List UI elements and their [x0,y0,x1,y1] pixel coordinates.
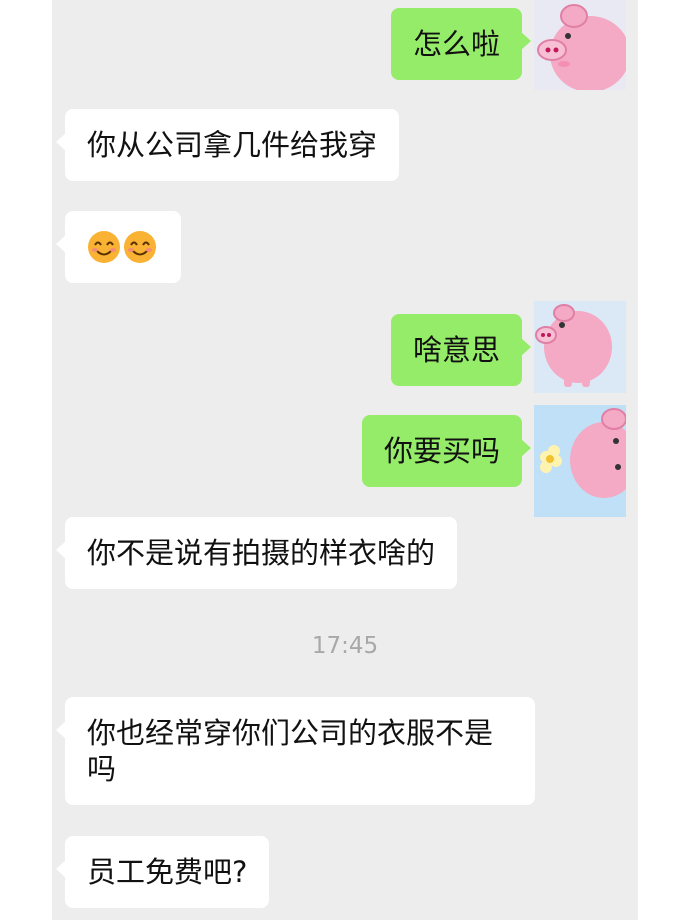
pink-pig-avatar-icon [534,301,626,393]
avatar[interactable] [534,405,638,517]
avatar[interactable] [534,301,626,393]
avatar[interactable] [534,0,630,92]
incoming-emoji-bubble[interactable] [56,211,181,283]
smiling-face-emoji [88,231,120,263]
incoming-message-bubble[interactable]: 你也经常穿你们公司的衣服不是吗 [56,697,535,805]
incoming-message-bubble[interactable]: 你不是说有拍摄的样衣啥的 [55,517,458,589]
incoming-message-bubble[interactable]: 你从公司拿几件给我穿 [55,109,400,181]
pink-pig-avatar-icon [534,0,630,92]
message-timestamp: 17:45 [311,633,379,659]
incoming-message-bubble[interactable]: 员工免费吧? [55,836,270,908]
chat-area[interactable]: 怎么啦 你从公司拿几件给我穿 啥意思 你要买吗 你不是说有拍摄的样衣啥的 17:… [52,0,638,920]
smiling-face-emoji [124,231,156,263]
pink-pig-avatar-icon [534,405,638,517]
outgoing-message-bubble[interactable]: 啥意思 [390,314,532,386]
outgoing-message-bubble[interactable]: 你要买吗 [361,415,532,487]
outgoing-message-bubble[interactable]: 怎么啦 [390,8,532,80]
